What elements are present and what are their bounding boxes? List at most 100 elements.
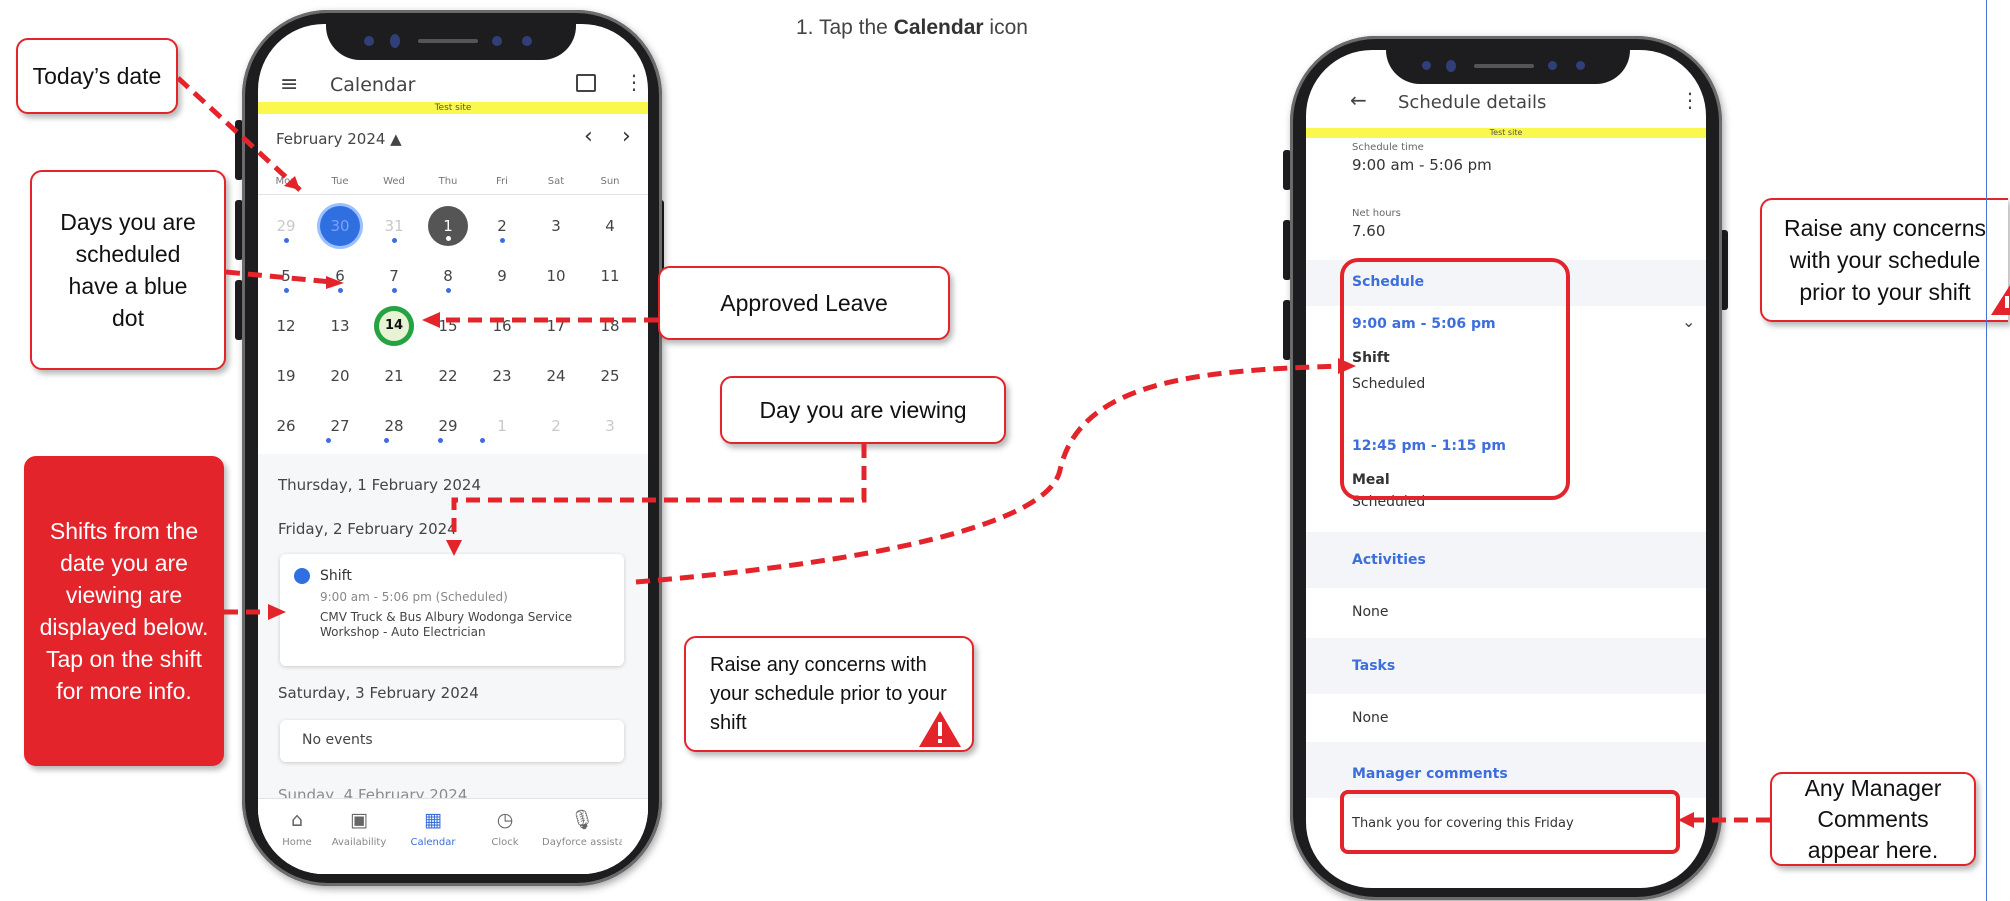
shift-color-dot (294, 568, 310, 584)
callout-scheduled-days: Days you are scheduled have a blue dot (30, 170, 226, 370)
weekday-label: Sat (547, 176, 565, 187)
no-events-card: No events (280, 720, 624, 762)
calendar-day[interactable]: 22 (428, 356, 468, 396)
weekday-label: Mon (275, 176, 297, 187)
scheduled-dot (446, 288, 451, 293)
nav-calendar[interactable]: ▦ Calendar (398, 809, 468, 848)
section-date: Friday, 2 February 2024 (278, 520, 457, 538)
callout-concerns-right: Raise any concerns with your schedule pr… (1760, 198, 2008, 322)
calendar-day[interactable]: 19 (266, 356, 306, 396)
calendar-day[interactable]: 12 (266, 306, 306, 346)
net-hours-label: Net hours (1352, 208, 1401, 219)
calendar-day[interactable]: 11 (590, 256, 630, 296)
calendar-day[interactable]: 17 (536, 306, 576, 346)
weekday-label: Sun (600, 176, 620, 187)
clock-icon: ◷ (496, 809, 514, 831)
back-arrow-icon[interactable]: ← (1350, 88, 1367, 112)
test-site-banner: Test site (1306, 128, 1706, 138)
net-hours-value: 7.60 (1352, 222, 1386, 240)
calendar-day[interactable]: 25 (590, 356, 630, 396)
calendar-day[interactable]: 29 (428, 406, 468, 446)
weekday-label: Thu (438, 176, 458, 187)
calendar-day[interactable]: 9 (482, 256, 522, 296)
next-month-button[interactable]: › (622, 124, 631, 149)
instruction-text: 1. Tap the Calendar icon (796, 16, 1028, 39)
schedule-time-value: 9:00 am - 5:06 pm (1352, 156, 1492, 174)
calendar-day[interactable]: 3 (536, 206, 576, 246)
scheduled-dot (338, 288, 343, 293)
page-title: Calendar (330, 74, 416, 96)
scheduled-dot (284, 288, 289, 293)
availability-icon: ▣ (350, 809, 368, 831)
scheduled-dot (384, 438, 389, 443)
calendar-day[interactable]: 23 (482, 356, 522, 396)
calendar-day[interactable]: 13 (320, 306, 360, 346)
calendar-icon: ▦ (424, 809, 442, 831)
section-date: Thursday, 1 February 2024 (278, 476, 482, 494)
scheduled-dot (392, 288, 397, 293)
manager-comments-heading: Manager comments (1352, 766, 1508, 782)
phone-notch (326, 24, 576, 60)
nav-home[interactable]: ⌂ Home (262, 809, 332, 848)
tasks-value: None (1352, 710, 1389, 726)
chevron-down-icon[interactable]: ⌄ (1682, 312, 1695, 331)
scheduled-dot (438, 438, 443, 443)
schedule-highlight-box (1340, 258, 1570, 500)
calendar-day[interactable]: 15 (428, 306, 468, 346)
activities-value: None (1352, 604, 1389, 620)
prev-month-button[interactable]: ‹ (584, 124, 593, 149)
shift-card-location: CMV Truck & Bus Albury Wodonga Service W… (320, 610, 573, 639)
warning-icon (1991, 285, 2010, 315)
scheduled-dot (392, 238, 397, 243)
bottom-navigation: ⌂ Home ▣ Availability ▦ Calendar ◷ Clock 🎙 Da… (258, 798, 648, 874)
no-events-text: No events (302, 732, 373, 748)
weekday-label: Fri (496, 176, 508, 187)
calendar-day[interactable]: 18 (590, 306, 630, 346)
weekday-label: Wed (383, 176, 405, 187)
page-title: Schedule details (1398, 92, 1547, 113)
divider (258, 194, 648, 195)
calendar-day[interactable]: 3 (590, 406, 630, 446)
calendar-day[interactable]: 24 (536, 356, 576, 396)
more-options-icon[interactable]: ⋮ (624, 70, 644, 94)
test-site-banner: Test site (258, 102, 648, 114)
section-date: Saturday, 3 February 2024 (278, 684, 479, 702)
callout-approved-leave: Approved Leave (658, 266, 950, 340)
calendar-day[interactable]: 4 (590, 206, 630, 246)
schedule-time-label: Schedule time (1352, 142, 1424, 153)
callout-manager-comments: Any Manager Comments appear here. (1770, 772, 1976, 866)
shift-card-time: 9:00 am - 5:06 pm (Scheduled) (320, 590, 508, 604)
scheduled-dot (500, 238, 505, 243)
calendar-day[interactable]: 1 (482, 406, 522, 446)
scheduled-dot (446, 236, 451, 241)
shift-card[interactable]: Shift 9:00 am - 5:06 pm (Scheduled) CMV … (280, 554, 624, 666)
warning-icon (919, 711, 961, 747)
more-options-icon[interactable]: ⋮ (1680, 88, 1700, 112)
shift-card-title: Shift (320, 568, 352, 584)
calendar-day-today[interactable]: 30 (320, 206, 360, 246)
calendar-day[interactable]: 2 (536, 406, 576, 446)
calendar-day[interactable]: 21 (374, 356, 414, 396)
calendar-day-approved-leave[interactable]: 14 (374, 306, 414, 346)
calendar-day[interactable]: 28 (374, 406, 414, 446)
inbox-icon[interactable] (576, 74, 596, 92)
calendar-screen: ≡ Calendar ⋮ Test site February 2024 ▲ ‹… (258, 24, 648, 874)
callout-todays-date: Today’s date (16, 38, 178, 114)
nav-availability[interactable]: ▣ Availability (324, 809, 394, 848)
scheduled-dot (284, 238, 289, 243)
home-icon: ⌂ (290, 809, 304, 831)
page-edge-line (1986, 0, 1987, 901)
scheduled-dot (480, 438, 485, 443)
calendar-day[interactable]: 20 (320, 356, 360, 396)
month-selector[interactable]: February 2024 ▲ (276, 130, 402, 148)
weekday-label: Tue (331, 176, 349, 187)
hamburger-menu-icon[interactable]: ≡ (280, 72, 298, 97)
calendar-day[interactable]: 26 (266, 406, 306, 446)
tasks-heading: Tasks (1352, 658, 1396, 674)
calendar-day[interactable]: 16 (482, 306, 522, 346)
scheduled-dot (326, 438, 331, 443)
nav-assistant[interactable]: 🎙Dayforce assistant (542, 809, 622, 848)
calendar-day[interactable]: 10 (536, 256, 576, 296)
nav-clock[interactable]: ◷ Clock (470, 809, 540, 848)
manager-comment-highlight-box (1340, 790, 1680, 854)
